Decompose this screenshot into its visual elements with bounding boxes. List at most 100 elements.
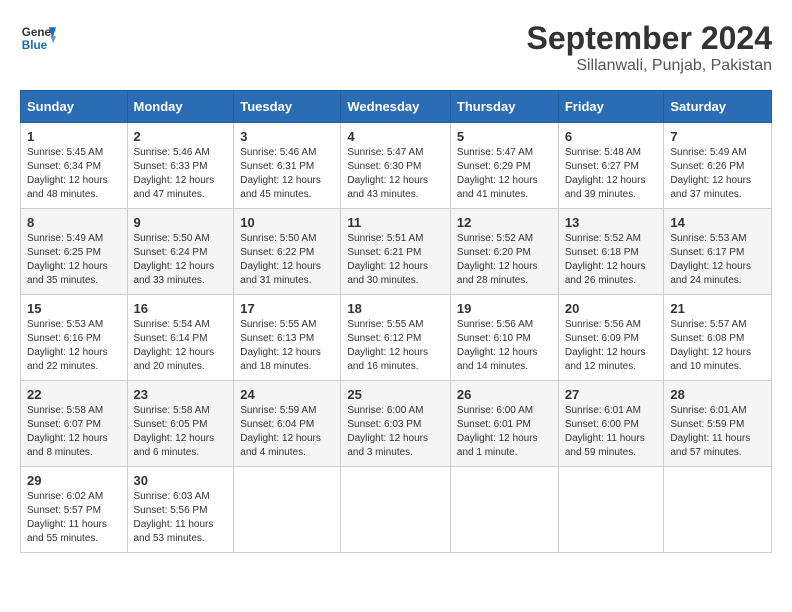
day-number: 23: [134, 387, 228, 402]
calendar-cell: [450, 467, 558, 553]
day-number: 7: [670, 129, 765, 144]
calendar-cell: 25 Sunrise: 6:00 AM Sunset: 6:03 PM Dayl…: [341, 381, 451, 467]
day-info: Sunrise: 5:53 AM Sunset: 6:17 PM Dayligh…: [670, 232, 765, 288]
calendar-cell: 4 Sunrise: 5:47 AM Sunset: 6:30 PM Dayli…: [341, 123, 451, 209]
calendar-cell: 18 Sunrise: 5:55 AM Sunset: 6:12 PM Dayl…: [341, 295, 451, 381]
day-info: Sunrise: 5:54 AM Sunset: 6:14 PM Dayligh…: [134, 318, 228, 374]
day-number: 18: [347, 301, 444, 316]
day-info: Sunrise: 6:00 AM Sunset: 6:01 PM Dayligh…: [457, 404, 552, 460]
weekday-header: Monday: [127, 91, 234, 123]
day-info: Sunrise: 5:49 AM Sunset: 6:26 PM Dayligh…: [670, 146, 765, 202]
day-info: Sunrise: 5:51 AM Sunset: 6:21 PM Dayligh…: [347, 232, 444, 288]
day-number: 6: [565, 129, 658, 144]
day-number: 12: [457, 215, 552, 230]
day-number: 19: [457, 301, 552, 316]
calendar-cell: 26 Sunrise: 6:00 AM Sunset: 6:01 PM Dayl…: [450, 381, 558, 467]
day-number: 24: [240, 387, 334, 402]
day-info: Sunrise: 5:58 AM Sunset: 6:07 PM Dayligh…: [27, 404, 121, 460]
calendar-header-row: SundayMondayTuesdayWednesdayThursdayFrid…: [21, 91, 772, 123]
day-info: Sunrise: 5:52 AM Sunset: 6:18 PM Dayligh…: [565, 232, 658, 288]
day-number: 29: [27, 473, 121, 488]
logo: General Blue: [20, 20, 56, 56]
calendar-cell: 14 Sunrise: 5:53 AM Sunset: 6:17 PM Dayl…: [664, 209, 772, 295]
day-number: 17: [240, 301, 334, 316]
calendar-cell: 10 Sunrise: 5:50 AM Sunset: 6:22 PM Dayl…: [234, 209, 341, 295]
day-info: Sunrise: 5:59 AM Sunset: 6:04 PM Dayligh…: [240, 404, 334, 460]
weekday-header: Wednesday: [341, 91, 451, 123]
day-number: 2: [134, 129, 228, 144]
day-number: 27: [565, 387, 658, 402]
svg-text:Blue: Blue: [22, 39, 48, 52]
day-number: 9: [134, 215, 228, 230]
day-number: 16: [134, 301, 228, 316]
day-number: 30: [134, 473, 228, 488]
day-number: 25: [347, 387, 444, 402]
calendar-cell: 24 Sunrise: 5:59 AM Sunset: 6:04 PM Dayl…: [234, 381, 341, 467]
day-info: Sunrise: 5:47 AM Sunset: 6:29 PM Dayligh…: [457, 146, 552, 202]
calendar-cell: 16 Sunrise: 5:54 AM Sunset: 6:14 PM Dayl…: [127, 295, 234, 381]
calendar-cell: 23 Sunrise: 5:58 AM Sunset: 6:05 PM Dayl…: [127, 381, 234, 467]
logo-icon: General Blue: [20, 20, 56, 56]
day-number: 10: [240, 215, 334, 230]
day-number: 3: [240, 129, 334, 144]
calendar-cell: 28 Sunrise: 6:01 AM Sunset: 5:59 PM Dayl…: [664, 381, 772, 467]
calendar-cell: [558, 467, 664, 553]
day-info: Sunrise: 5:45 AM Sunset: 6:34 PM Dayligh…: [27, 146, 121, 202]
calendar-cell: 3 Sunrise: 5:46 AM Sunset: 6:31 PM Dayli…: [234, 123, 341, 209]
day-info: Sunrise: 5:57 AM Sunset: 6:08 PM Dayligh…: [670, 318, 765, 374]
calendar-cell: 27 Sunrise: 6:01 AM Sunset: 6:00 PM Dayl…: [558, 381, 664, 467]
day-info: Sunrise: 6:00 AM Sunset: 6:03 PM Dayligh…: [347, 404, 444, 460]
day-number: 4: [347, 129, 444, 144]
title-section: September 2024 Sillanwali, Punjab, Pakis…: [527, 20, 772, 75]
calendar-cell: 22 Sunrise: 5:58 AM Sunset: 6:07 PM Dayl…: [21, 381, 128, 467]
day-number: 14: [670, 215, 765, 230]
day-info: Sunrise: 6:01 AM Sunset: 5:59 PM Dayligh…: [670, 404, 765, 460]
location-title: Sillanwali, Punjab, Pakistan: [527, 57, 772, 75]
calendar-cell: 29 Sunrise: 6:02 AM Sunset: 5:57 PM Dayl…: [21, 467, 128, 553]
calendar-cell: [664, 467, 772, 553]
weekday-header: Friday: [558, 91, 664, 123]
day-info: Sunrise: 5:56 AM Sunset: 6:09 PM Dayligh…: [565, 318, 658, 374]
calendar-week-row: 29 Sunrise: 6:02 AM Sunset: 5:57 PM Dayl…: [21, 467, 772, 553]
day-info: Sunrise: 5:50 AM Sunset: 6:24 PM Dayligh…: [134, 232, 228, 288]
calendar-week-row: 1 Sunrise: 5:45 AM Sunset: 6:34 PM Dayli…: [21, 123, 772, 209]
day-info: Sunrise: 6:01 AM Sunset: 6:00 PM Dayligh…: [565, 404, 658, 460]
weekday-header: Saturday: [664, 91, 772, 123]
day-info: Sunrise: 5:52 AM Sunset: 6:20 PM Dayligh…: [457, 232, 552, 288]
day-info: Sunrise: 5:46 AM Sunset: 6:31 PM Dayligh…: [240, 146, 334, 202]
day-number: 13: [565, 215, 658, 230]
day-number: 5: [457, 129, 552, 144]
day-number: 8: [27, 215, 121, 230]
day-number: 28: [670, 387, 765, 402]
day-info: Sunrise: 5:53 AM Sunset: 6:16 PM Dayligh…: [27, 318, 121, 374]
calendar-cell: 1 Sunrise: 5:45 AM Sunset: 6:34 PM Dayli…: [21, 123, 128, 209]
day-info: Sunrise: 5:48 AM Sunset: 6:27 PM Dayligh…: [565, 146, 658, 202]
calendar-cell: 7 Sunrise: 5:49 AM Sunset: 6:26 PM Dayli…: [664, 123, 772, 209]
day-number: 20: [565, 301, 658, 316]
calendar-cell: 13 Sunrise: 5:52 AM Sunset: 6:18 PM Dayl…: [558, 209, 664, 295]
day-number: 21: [670, 301, 765, 316]
calendar-week-row: 15 Sunrise: 5:53 AM Sunset: 6:16 PM Dayl…: [21, 295, 772, 381]
calendar-week-row: 8 Sunrise: 5:49 AM Sunset: 6:25 PM Dayli…: [21, 209, 772, 295]
calendar-cell: 17 Sunrise: 5:55 AM Sunset: 6:13 PM Dayl…: [234, 295, 341, 381]
day-info: Sunrise: 5:46 AM Sunset: 6:33 PM Dayligh…: [134, 146, 228, 202]
month-title: September 2024: [527, 20, 772, 57]
day-number: 26: [457, 387, 552, 402]
calendar-cell: 12 Sunrise: 5:52 AM Sunset: 6:20 PM Dayl…: [450, 209, 558, 295]
day-info: Sunrise: 6:03 AM Sunset: 5:56 PM Dayligh…: [134, 490, 228, 546]
calendar-cell: 2 Sunrise: 5:46 AM Sunset: 6:33 PM Dayli…: [127, 123, 234, 209]
day-number: 22: [27, 387, 121, 402]
calendar-cell: 15 Sunrise: 5:53 AM Sunset: 6:16 PM Dayl…: [21, 295, 128, 381]
calendar-cell: [234, 467, 341, 553]
calendar-cell: 19 Sunrise: 5:56 AM Sunset: 6:10 PM Dayl…: [450, 295, 558, 381]
calendar-cell: 8 Sunrise: 5:49 AM Sunset: 6:25 PM Dayli…: [21, 209, 128, 295]
calendar-week-row: 22 Sunrise: 5:58 AM Sunset: 6:07 PM Dayl…: [21, 381, 772, 467]
day-number: 15: [27, 301, 121, 316]
calendar-cell: 11 Sunrise: 5:51 AM Sunset: 6:21 PM Dayl…: [341, 209, 451, 295]
weekday-header: Thursday: [450, 91, 558, 123]
calendar-cell: 21 Sunrise: 5:57 AM Sunset: 6:08 PM Dayl…: [664, 295, 772, 381]
calendar-cell: 6 Sunrise: 5:48 AM Sunset: 6:27 PM Dayli…: [558, 123, 664, 209]
day-number: 1: [27, 129, 121, 144]
calendar-cell: 20 Sunrise: 5:56 AM Sunset: 6:09 PM Dayl…: [558, 295, 664, 381]
calendar-cell: 30 Sunrise: 6:03 AM Sunset: 5:56 PM Dayl…: [127, 467, 234, 553]
